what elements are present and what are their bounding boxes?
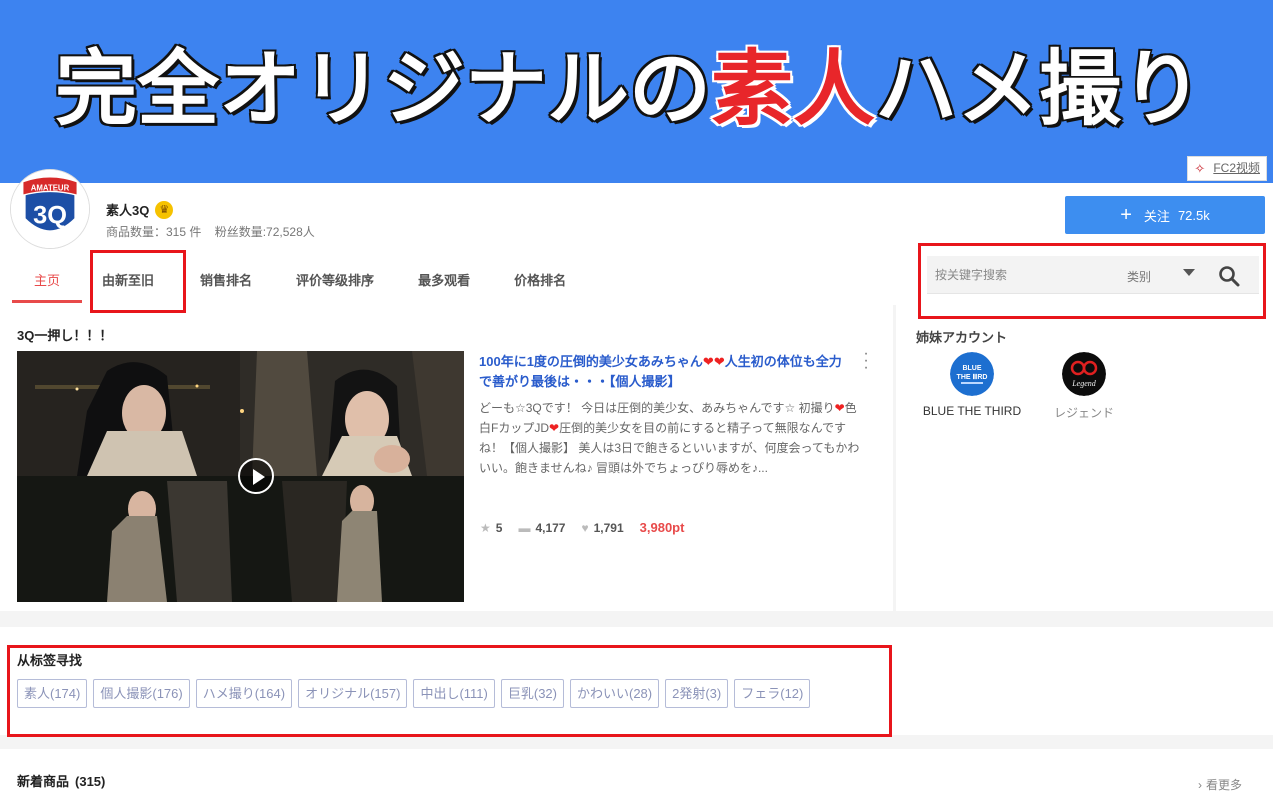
- shop-name: 素人3Q ♛: [106, 200, 174, 219]
- heart-icon: ❤: [549, 421, 560, 435]
- product-title-part1[interactable]: 100年に1度の圧倒的美少女あみちゃん: [479, 354, 703, 369]
- price: 3,980pt: [639, 520, 685, 535]
- see-more-link[interactable]: › 看更多: [1198, 776, 1242, 793]
- banner-text-accent: 素人: [710, 41, 877, 139]
- comments-count: 4,177: [535, 520, 566, 535]
- blue-the-third-logo-icon: BLUE THE ⅢRD: [950, 352, 994, 396]
- svg-text:3Q: 3Q: [33, 202, 67, 230]
- shop-banner: 完全オリジナルの素人ハメ撮り ✧ FC2视频: [0, 0, 1273, 183]
- page: 完全オリジナルの素人ハメ撮り ✧ FC2视频 AMATEUR 3Q 素人3Q ♛…: [0, 0, 1273, 801]
- heart-icon: ❤: [834, 401, 845, 415]
- sister-account-blue-the-third[interactable]: BLUE THE ⅢRD BLUE THE THIRD: [912, 352, 1032, 418]
- comments: ▬ 4,177: [518, 521, 565, 535]
- likes: ♥ 1,791: [581, 521, 623, 535]
- product-count: 商品数量：315 件: [106, 225, 202, 239]
- chevron-right-icon: ›: [1198, 777, 1202, 792]
- annotation-box-tags: [7, 645, 892, 737]
- comment-icon: ▬: [518, 520, 531, 535]
- fc2-logo-icon: ✧: [1194, 160, 1206, 176]
- annotation-box-tab: [90, 250, 186, 313]
- rating-value: 5: [495, 520, 503, 535]
- product-desc-part1: どーも☆3Qです！ 今日は圧倒的美少女、あみちゃんです☆ 初撮り: [479, 401, 835, 415]
- sister-accounts-title: 姉妹アカウント: [916, 330, 1008, 345]
- more-options-icon[interactable]: · · ·: [862, 346, 870, 376]
- shop-name-text: 素人3Q: [106, 203, 150, 218]
- annotation-box-search: [918, 243, 1266, 319]
- new-items-section: [0, 749, 1273, 801]
- star-icon: ★: [480, 520, 491, 535]
- featured-product-meta: ★ 5 ▬ 4,177 ♥ 1,791 3,980pt: [480, 520, 684, 535]
- fc2-link-label: FC2视频: [1213, 161, 1260, 175]
- banner-text-part1: 完全オリジナルの: [53, 41, 712, 139]
- follow-button[interactable]: + 关注 72.5k: [1065, 196, 1265, 234]
- banner-title: 完全オリジナルの素人ハメ撮り: [53, 35, 1205, 145]
- crown-icon: ♛: [155, 200, 174, 219]
- sister-account-name[interactable]: BLUE THE THIRD: [923, 404, 1021, 418]
- svg-text:THE ⅢRD: THE ⅢRD: [957, 373, 988, 381]
- avatar[interactable]: AMATEUR 3Q: [10, 169, 90, 249]
- new-items-count: (315): [75, 774, 106, 789]
- shop-stats: 商品数量：315 件 粉丝数量:72,528人: [106, 223, 315, 240]
- heart-icon: ❤: [702, 354, 714, 369]
- featured-product-title[interactable]: 100年に1度の圧倒的美少女あみちゃん❤❤人生初の体位も全力で善がり最後は・・・…: [479, 352, 851, 392]
- amateur-3q-shield-icon: AMATEUR 3Q: [11, 170, 89, 248]
- likes-count: 1,791: [593, 520, 624, 535]
- banner-text-part2: ハメ撮り: [874, 41, 1205, 139]
- svg-text:AMATEUR: AMATEUR: [31, 183, 70, 192]
- tab-price-rank[interactable]: 价格排名: [492, 263, 588, 303]
- svg-text:BLUE: BLUE: [962, 365, 981, 372]
- featured-product-description: どーも☆3Qです！ 今日は圧倒的美少女、あみちゃんです☆ 初撮り❤色白FカップJ…: [479, 398, 861, 478]
- new-items-title: 新着商品 (315): [17, 771, 105, 790]
- tab-rating-sort[interactable]: 评价等级排序: [274, 263, 396, 303]
- follow-count: 72.5k: [1177, 207, 1210, 223]
- play-icon[interactable]: [238, 458, 274, 494]
- heart-icon: ❤: [713, 354, 725, 369]
- fans-count: 粉丝数量:72,528人: [214, 225, 315, 239]
- new-items-title-text: 新着商品: [17, 774, 70, 789]
- sister-account-legend[interactable]: Legend レジェンド: [1024, 352, 1144, 421]
- heart-outline-icon: ♥: [581, 520, 589, 535]
- sister-account-name[interactable]: レジェンド: [1054, 406, 1114, 420]
- tab-home[interactable]: 主页: [12, 263, 83, 303]
- tab-sales-rank[interactable]: 销售排名: [178, 263, 274, 303]
- follow-label: 关注: [1143, 208, 1170, 224]
- see-more-label: 看更多: [1206, 778, 1243, 792]
- featured-thumbnail[interactable]: [17, 351, 464, 602]
- tab-most-viewed[interactable]: 最多观看: [396, 263, 492, 303]
- featured-section-title: 3Q一押し！！！: [17, 328, 113, 343]
- fc2-video-link[interactable]: ✧ FC2视频: [1187, 156, 1267, 181]
- legend-logo-icon: Legend: [1062, 352, 1106, 396]
- sister-accounts-section: [896, 305, 1273, 611]
- plus-icon: +: [1120, 203, 1132, 226]
- rating: ★ 5: [480, 521, 502, 535]
- svg-text:Legend: Legend: [1071, 379, 1097, 388]
